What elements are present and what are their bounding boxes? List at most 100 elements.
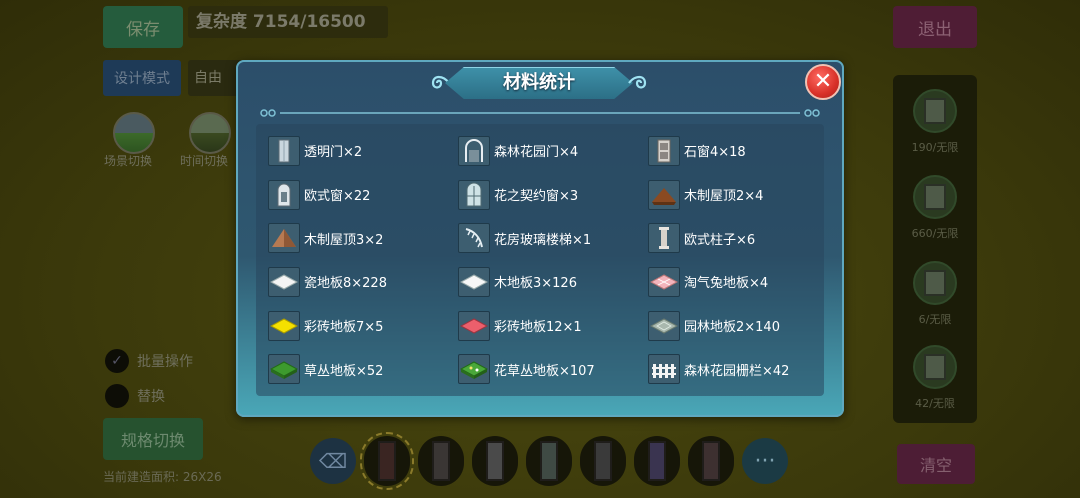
batch-operation-toggle[interactable]: ✓ 批量操作 xyxy=(105,349,193,373)
material-label: 欧式窗×22 xyxy=(304,189,371,205)
material-item: 欧式柱子×6 xyxy=(648,216,818,260)
category-count: 6/无限 xyxy=(918,313,952,326)
material-item: 欧式窗×22 xyxy=(268,173,458,217)
material-label: 花草丛地板×107 xyxy=(494,363,595,379)
toolbar-slot[interactable] xyxy=(360,432,414,490)
time-switch-label: 时间切换 xyxy=(180,154,229,168)
category-item[interactable]: 660/无限 xyxy=(893,175,977,241)
material-item: 草丛地板×52 xyxy=(268,347,458,391)
stone-window-icon xyxy=(648,135,680,166)
dialog-title: 材料统计 xyxy=(503,72,575,93)
material-label: 彩砖地板7×5 xyxy=(304,320,384,336)
material-item: 森林花园栅栏×42 xyxy=(648,347,818,391)
category-item[interactable]: 190/无限 xyxy=(893,89,977,155)
free-mode-button[interactable]: 自由 xyxy=(188,60,243,96)
scene-switch-label: 场景切换 xyxy=(104,154,153,168)
material-item: 淘气兔地板×4 xyxy=(648,260,818,304)
material-label: 欧式柱子×6 xyxy=(684,232,756,248)
material-label: 透明门×2 xyxy=(304,145,363,161)
material-item: 花草丛地板×107 xyxy=(458,347,648,391)
toolbar-slot[interactable] xyxy=(580,436,626,486)
material-label: 森林花园栅栏×42 xyxy=(684,363,790,379)
replace-label: 替换 xyxy=(137,389,165,405)
flower-grass-floor-icon xyxy=(458,354,490,385)
divider-ornament xyxy=(260,109,820,117)
material-item: 木地板3×126 xyxy=(458,260,648,304)
material-label: 花之契约窗×3 xyxy=(494,189,579,205)
garden-floor-icon xyxy=(648,310,680,341)
save-button[interactable]: 保存 xyxy=(103,6,183,48)
design-mode-button[interactable]: 设计模式 xyxy=(103,60,181,96)
material-item: 彩砖地板12×1 xyxy=(458,304,648,348)
block-toolbar: ⌫ ··· xyxy=(310,432,788,490)
glass-stairs-icon xyxy=(458,223,490,254)
category-item[interactable]: 6/无限 xyxy=(893,261,977,327)
block-category-panel: 190/无限 660/无限 6/无限 42/无限 xyxy=(893,75,977,423)
material-item: 透明门×2 xyxy=(268,129,458,173)
material-label: 淘气兔地板×4 xyxy=(684,276,769,292)
radio-icon xyxy=(105,384,129,408)
material-label: 瓷地板8×228 xyxy=(304,276,387,292)
white-tile-icon xyxy=(268,266,300,297)
category-count: 190/无限 xyxy=(911,141,959,154)
grass-floor-icon xyxy=(268,354,300,385)
more-button[interactable]: ··· xyxy=(742,438,788,484)
swirl-ornament-icon xyxy=(628,75,647,89)
wood-roof-light-icon xyxy=(268,223,300,254)
complexity-counter: 复杂度 7154/16500 xyxy=(188,6,388,38)
bunny-floor-icon xyxy=(648,266,680,297)
european-window-icon xyxy=(268,179,300,210)
exit-button[interactable]: 退出 xyxy=(893,6,977,48)
time-switch-icon[interactable] xyxy=(189,112,231,154)
wood-roof-dark-icon xyxy=(648,179,680,210)
material-label: 木制屋顶3×2 xyxy=(304,232,384,248)
material-label: 森林花园门×4 xyxy=(494,145,579,161)
red-tile-icon xyxy=(458,310,490,341)
material-item: 彩砖地板7×5 xyxy=(268,304,458,348)
category-count: 42/无限 xyxy=(915,397,955,410)
scene-switch-icon[interactable] xyxy=(113,112,155,154)
toolbar-slot[interactable] xyxy=(634,436,680,486)
close-button[interactable]: ✕ xyxy=(805,64,841,100)
material-label: 园林地板2×140 xyxy=(684,320,780,336)
window-block-icon xyxy=(913,89,957,133)
wood-floor-icon xyxy=(458,266,490,297)
material-list: 透明门×2 森林花园门×4 石窗4×18 欧式窗×22 花之契约窗×3 木制屋顶… xyxy=(268,129,818,393)
material-item: 花之契约窗×3 xyxy=(458,173,648,217)
material-item: 木制屋顶3×2 xyxy=(268,216,458,260)
spec-switch-button[interactable]: 规格切换 xyxy=(103,418,203,460)
material-label: 石窗4×18 xyxy=(684,145,746,161)
material-item: 花房玻璃楼梯×1 xyxy=(458,216,648,260)
toolbar-slot[interactable] xyxy=(526,436,572,486)
garden-gate-icon xyxy=(458,135,490,166)
toolbar-slot[interactable] xyxy=(688,436,734,486)
glass-door-icon xyxy=(268,135,300,166)
flower-window-icon xyxy=(458,179,490,210)
eraser-icon[interactable]: ⌫ xyxy=(310,438,356,484)
pillar-block-icon xyxy=(913,345,957,389)
toolbar-slot[interactable] xyxy=(418,436,464,486)
material-item: 木制屋顶2×4 xyxy=(648,173,818,217)
build-area-text: 当前建造面积: 26X26 xyxy=(103,470,222,484)
replace-toggle[interactable]: 替换 xyxy=(105,384,165,408)
material-label: 木地板3×126 xyxy=(494,276,577,292)
grid-window-icon xyxy=(913,175,957,219)
material-label: 彩砖地板12×1 xyxy=(494,320,582,336)
dialog-title-banner: 材料统计 xyxy=(429,67,649,99)
toolbar-slot[interactable] xyxy=(472,436,518,486)
batch-operation-label: 批量操作 xyxy=(137,354,193,370)
yellow-tile-icon xyxy=(268,310,300,341)
material-item: 森林花园门×4 xyxy=(458,129,648,173)
category-count: 660/无限 xyxy=(911,227,959,240)
check-icon: ✓ xyxy=(105,349,129,373)
category-item[interactable]: 42/无限 xyxy=(893,345,977,411)
material-label: 花房玻璃楼梯×1 xyxy=(494,232,592,248)
material-item: 园林地板2×140 xyxy=(648,304,818,348)
door-block-icon xyxy=(913,261,957,305)
fence-icon xyxy=(648,354,680,385)
material-label: 草丛地板×52 xyxy=(304,363,384,379)
clear-button[interactable]: 清空 xyxy=(897,444,975,484)
material-item: 石窗4×18 xyxy=(648,129,818,173)
material-item: 瓷地板8×228 xyxy=(268,260,458,304)
material-label: 木制屋顶2×4 xyxy=(684,189,764,205)
